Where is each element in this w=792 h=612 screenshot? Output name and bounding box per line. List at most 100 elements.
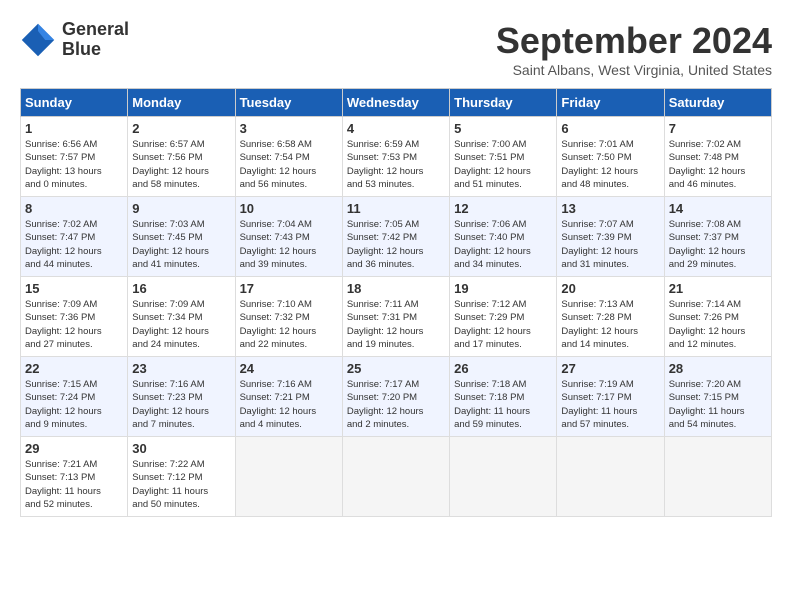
calendar-cell: 14Sunrise: 7:08 AM Sunset: 7:37 PM Dayli… <box>664 197 771 277</box>
day-info: Sunrise: 6:59 AM Sunset: 7:53 PM Dayligh… <box>347 138 445 191</box>
calendar-cell <box>342 437 449 517</box>
day-number: 2 <box>132 121 230 136</box>
day-info: Sunrise: 7:06 AM Sunset: 7:40 PM Dayligh… <box>454 218 552 271</box>
calendar-cell: 28 Sunrise: 7:20 AM Sunset: 7:15 PM Dayli… <box>664 357 771 437</box>
calendar-cell: 26 Sunrise: 7:18 AM Sunset: 7:18 PM Dayli… <box>450 357 557 437</box>
day-number: 30 <box>132 441 230 456</box>
day-number: 9 <box>132 201 230 216</box>
day-info: Sunrise: 7:03 AM Sunset: 7:45 PM Dayligh… <box>132 218 230 271</box>
calendar-cell: 22 Sunrise: 7:15 AM Sunset: 7:24 PM Dayli… <box>21 357 128 437</box>
calendar-cell: 12 Sunrise: 7:06 AM Sunset: 7:40 PM Dayli… <box>450 197 557 277</box>
calendar-cell <box>557 437 664 517</box>
calendar-cell: 30 Sunrise: 7:22 AM Sunset: 7:12 PM Dayli… <box>128 437 235 517</box>
weekday-header-wednesday: Wednesday <box>342 89 449 117</box>
day-info: Sunrise: 7:16 AM Sunset: 7:21 PM Dayligh… <box>240 378 338 431</box>
day-number: 19 <box>454 281 552 296</box>
day-info: Sunrise: 7:18 AM Sunset: 7:18 PM Dayligh… <box>454 378 552 431</box>
weekday-header-saturday: Saturday <box>664 89 771 117</box>
calendar-cell: 25 Sunrise: 7:17 AM Sunset: 7:20 PM Dayli… <box>342 357 449 437</box>
calendar-cell: 18Sunrise: 7:11 AM Sunset: 7:31 PM Dayli… <box>342 277 449 357</box>
calendar-cell: 17 Sunrise: 7:10 AM Sunset: 7:32 PM Dayli… <box>235 277 342 357</box>
calendar-cell <box>450 437 557 517</box>
day-number: 29 <box>25 441 123 456</box>
day-number: 7 <box>669 121 767 136</box>
day-number: 10 <box>240 201 338 216</box>
day-number: 27 <box>561 361 659 376</box>
day-info: Sunrise: 7:07 AM Sunset: 7:39 PM Dayligh… <box>561 218 659 271</box>
day-info: Sunrise: 7:05 AM Sunset: 7:42 PM Dayligh… <box>347 218 445 271</box>
calendar-cell <box>664 437 771 517</box>
logo-line2: Blue <box>62 40 129 60</box>
day-info: Sunrise: 7:17 AM Sunset: 7:20 PM Dayligh… <box>347 378 445 431</box>
week-row-1: 1 Sunrise: 6:56 AM Sunset: 7:57 PM Daylig… <box>21 117 772 197</box>
calendar-cell: 27 Sunrise: 7:19 AM Sunset: 7:17 PM Dayli… <box>557 357 664 437</box>
day-info: Sunrise: 7:22 AM Sunset: 7:12 PM Dayligh… <box>132 458 230 511</box>
day-info: Sunrise: 7:02 AM Sunset: 7:48 PM Dayligh… <box>669 138 767 191</box>
weekday-header-monday: Monday <box>128 89 235 117</box>
weekday-header-row: SundayMondayTuesdayWednesdayThursdayFrid… <box>21 89 772 117</box>
calendar-cell: 7 Sunrise: 7:02 AM Sunset: 7:48 PM Daylig… <box>664 117 771 197</box>
day-number: 20 <box>561 281 659 296</box>
day-info: Sunrise: 7:12 AM Sunset: 7:29 PM Dayligh… <box>454 298 552 351</box>
day-number: 1 <box>25 121 123 136</box>
day-info: Sunrise: 7:02 AM Sunset: 7:47 PM Dayligh… <box>25 218 123 271</box>
day-number: 28 <box>669 361 767 376</box>
day-info: Sunrise: 6:58 AM Sunset: 7:54 PM Dayligh… <box>240 138 338 191</box>
day-info: Sunrise: 6:56 AM Sunset: 7:57 PM Dayligh… <box>25 138 123 191</box>
calendar-table: SundayMondayTuesdayWednesdayThursdayFrid… <box>20 88 772 517</box>
title-block: September 2024 Saint Albans, West Virgin… <box>496 20 772 78</box>
week-row-4: 22 Sunrise: 7:15 AM Sunset: 7:24 PM Dayli… <box>21 357 772 437</box>
day-number: 25 <box>347 361 445 376</box>
calendar-cell: 3Sunrise: 6:58 AM Sunset: 7:54 PM Daylig… <box>235 117 342 197</box>
day-info: Sunrise: 7:21 AM Sunset: 7:13 PM Dayligh… <box>25 458 123 511</box>
week-row-2: 8 Sunrise: 7:02 AM Sunset: 7:47 PM Daylig… <box>21 197 772 277</box>
day-info: Sunrise: 7:10 AM Sunset: 7:32 PM Dayligh… <box>240 298 338 351</box>
day-info: Sunrise: 7:04 AM Sunset: 7:43 PM Dayligh… <box>240 218 338 271</box>
day-info: Sunrise: 7:09 AM Sunset: 7:34 PM Dayligh… <box>132 298 230 351</box>
calendar-cell: 6Sunrise: 7:01 AM Sunset: 7:50 PM Daylig… <box>557 117 664 197</box>
weekday-header-sunday: Sunday <box>21 89 128 117</box>
day-number: 14 <box>669 201 767 216</box>
calendar-cell: 8 Sunrise: 7:02 AM Sunset: 7:47 PM Daylig… <box>21 197 128 277</box>
calendar-cell: 20 Sunrise: 7:13 AM Sunset: 7:28 PM Dayli… <box>557 277 664 357</box>
day-info: Sunrise: 7:15 AM Sunset: 7:24 PM Dayligh… <box>25 378 123 431</box>
day-number: 15 <box>25 281 123 296</box>
calendar-cell: 5Sunrise: 7:00 AM Sunset: 7:51 PM Daylig… <box>450 117 557 197</box>
calendar-cell: 15 Sunrise: 7:09 AM Sunset: 7:36 PM Dayli… <box>21 277 128 357</box>
calendar-cell: 1 Sunrise: 6:56 AM Sunset: 7:57 PM Daylig… <box>21 117 128 197</box>
weekday-header-tuesday: Tuesday <box>235 89 342 117</box>
day-number: 4 <box>347 121 445 136</box>
day-info: Sunrise: 7:01 AM Sunset: 7:50 PM Dayligh… <box>561 138 659 191</box>
day-info: Sunrise: 7:13 AM Sunset: 7:28 PM Dayligh… <box>561 298 659 351</box>
day-info: Sunrise: 6:57 AM Sunset: 7:56 PM Dayligh… <box>132 138 230 191</box>
calendar-cell: 16 Sunrise: 7:09 AM Sunset: 7:34 PM Dayli… <box>128 277 235 357</box>
day-info: Sunrise: 7:09 AM Sunset: 7:36 PM Dayligh… <box>25 298 123 351</box>
day-number: 17 <box>240 281 338 296</box>
week-row-3: 15 Sunrise: 7:09 AM Sunset: 7:36 PM Dayli… <box>21 277 772 357</box>
day-number: 12 <box>454 201 552 216</box>
day-info: Sunrise: 7:20 AM Sunset: 7:15 PM Dayligh… <box>669 378 767 431</box>
day-number: 26 <box>454 361 552 376</box>
calendar-cell: 13 Sunrise: 7:07 AM Sunset: 7:39 PM Dayli… <box>557 197 664 277</box>
calendar-cell: 11Sunrise: 7:05 AM Sunset: 7:42 PM Dayli… <box>342 197 449 277</box>
day-info: Sunrise: 7:19 AM Sunset: 7:17 PM Dayligh… <box>561 378 659 431</box>
calendar-cell: 29 Sunrise: 7:21 AM Sunset: 7:13 PM Dayli… <box>21 437 128 517</box>
day-number: 21 <box>669 281 767 296</box>
calendar-cell: 21 Sunrise: 7:14 AM Sunset: 7:26 PM Dayli… <box>664 277 771 357</box>
logo-line1: General <box>62 20 129 40</box>
day-number: 8 <box>25 201 123 216</box>
calendar-cell: 2 Sunrise: 6:57 AM Sunset: 7:56 PM Daylig… <box>128 117 235 197</box>
logo-icon <box>20 22 56 58</box>
day-info: Sunrise: 7:00 AM Sunset: 7:51 PM Dayligh… <box>454 138 552 191</box>
day-number: 23 <box>132 361 230 376</box>
day-number: 18 <box>347 281 445 296</box>
calendar-cell <box>235 437 342 517</box>
day-number: 22 <box>25 361 123 376</box>
weekday-header-thursday: Thursday <box>450 89 557 117</box>
day-info: Sunrise: 7:16 AM Sunset: 7:23 PM Dayligh… <box>132 378 230 431</box>
day-info: Sunrise: 7:14 AM Sunset: 7:26 PM Dayligh… <box>669 298 767 351</box>
calendar-cell: 19 Sunrise: 7:12 AM Sunset: 7:29 PM Dayli… <box>450 277 557 357</box>
day-number: 13 <box>561 201 659 216</box>
day-number: 24 <box>240 361 338 376</box>
day-number: 16 <box>132 281 230 296</box>
